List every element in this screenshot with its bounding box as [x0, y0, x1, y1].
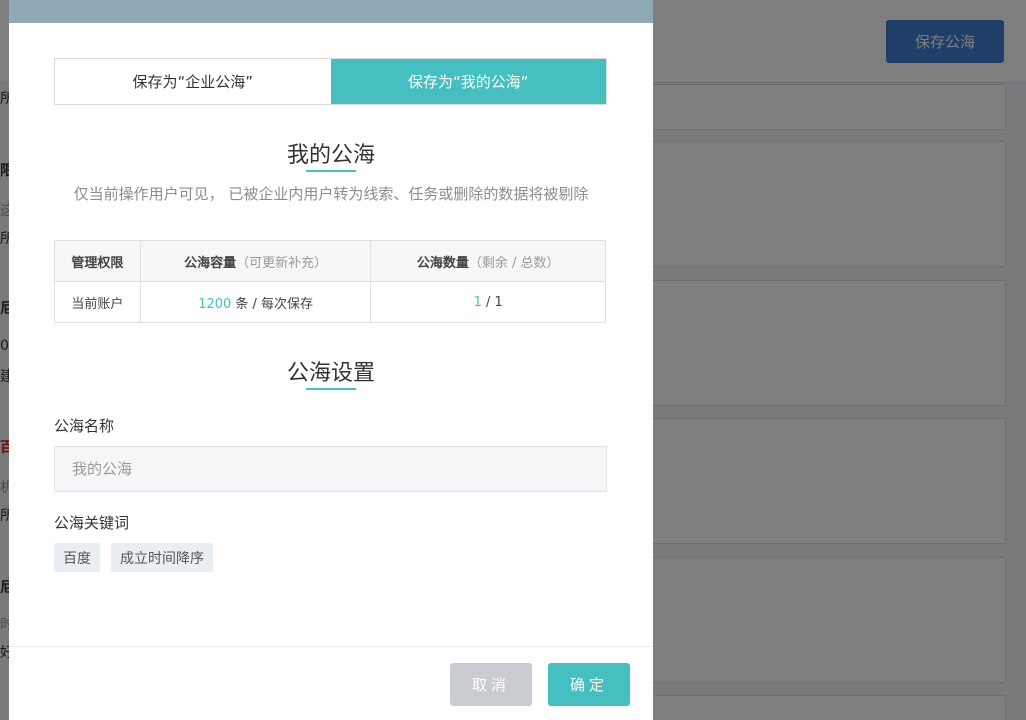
cell-permission: 当前账户: [54, 281, 141, 323]
keyword-tag: 成立时间降序: [111, 543, 213, 572]
title-underline: [306, 170, 356, 172]
keyword-tags: 百度 成立时间降序: [54, 543, 213, 572]
sea-keywords-label: 公海关键词: [54, 514, 130, 532]
keyword-tag: 百度: [54, 543, 100, 572]
header-permission: 管理权限: [54, 240, 141, 282]
sea-settings-title: 公海设置: [286, 361, 375, 386]
my-sea-title: 我的公海: [286, 143, 375, 168]
save-target-tabs: 保存为“企业公海” 保存为“我的公海”: [54, 58, 607, 105]
modal-header: [9, 0, 653, 23]
save-sea-modal: 保存为“企业公海” 保存为“我的公海” 我的公海 仅当前操作用户可见， 已被企业…: [9, 0, 653, 720]
header-count: 公海数量（剩余 / 总数）: [370, 240, 606, 282]
sea-name-input[interactable]: [54, 446, 607, 492]
cancel-button[interactable]: 取消: [450, 663, 532, 706]
sea-name-label: 公海名称: [54, 417, 115, 435]
cell-capacity: 1200 条 / 每次保存: [139, 281, 372, 323]
header-capacity: 公海容量（可更新补充）: [139, 240, 372, 282]
table-row: 当前账户 1200 条 / 每次保存 1 / 1: [54, 281, 606, 323]
footer-divider: [9, 646, 653, 647]
capacity-value: 1200: [198, 296, 232, 312]
title-underline: [306, 388, 356, 390]
tab-my-sea[interactable]: 保存为“我的公海”: [330, 59, 606, 104]
my-sea-description: 仅当前操作用户可见， 已被企业内用户转为线索、任务或删除的数据将被剔除: [73, 185, 589, 203]
confirm-button[interactable]: 确定: [548, 663, 630, 706]
quota-table: 管理权限 公海容量（可更新补充） 公海数量（剩余 / 总数） 当前账户 1200…: [54, 240, 606, 323]
cell-count: 1 / 1: [370, 281, 606, 323]
tab-enterprise-sea[interactable]: 保存为“企业公海”: [55, 59, 331, 104]
count-remaining: 1: [473, 294, 482, 310]
quota-table-header-row: 管理权限 公海容量（可更新补充） 公海数量（剩余 / 总数）: [54, 240, 606, 282]
